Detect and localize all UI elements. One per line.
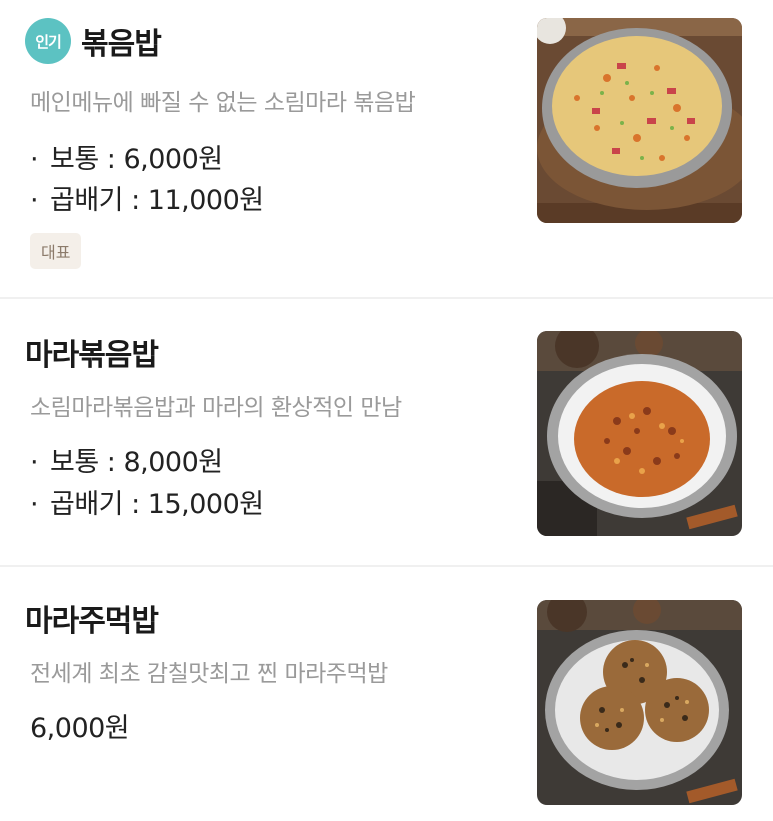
menu-item-mala-rice-ball[interactable]: 마라주먹밥 전세계 최초 감칠맛최고 찐 마라주먹밥 6,000원 — [0, 566, 773, 821]
menu-list: 인기 볶음밥 메인메뉴에 빠질 수 없는 소림마라 볶음밥 · 보통 : 6,00… — [0, 0, 773, 821]
mala-rice-ball-image[interactable] — [537, 600, 742, 805]
item-name: 마라볶음밥 — [25, 338, 159, 373]
price-option-label: 보통 — [50, 144, 99, 175]
price-option-value: 8,000원 — [123, 447, 223, 478]
price-option-label: 곱배기 — [50, 489, 124, 520]
item-description: 소림마라볶음밥과 마라의 환상적인 만남 — [30, 395, 402, 421]
price-option-regular: · 보통 : 6,000원 — [30, 144, 223, 175]
item-name: 볶음밥 — [81, 27, 162, 62]
item-description: 메인메뉴에 빠질 수 없는 소림마라 볶음밥 — [30, 90, 416, 116]
price-option-value: 11,000원 — [147, 185, 264, 216]
price-option-large: · 곱배기 : 11,000원 — [30, 185, 264, 216]
menu-item-mala-fried-rice[interactable]: 마라볶음밥 소림마라볶음밥과 마라의 환상적인 만남 · 보통 : 8,000원 … — [0, 298, 773, 566]
item-price: 6,000원 — [30, 713, 130, 744]
menu-item-fried-rice[interactable]: 인기 볶음밥 메인메뉴에 빠질 수 없는 소림마라 볶음밥 · 보통 : 6,00… — [0, 0, 773, 298]
item-name-row: 인기 볶음밥 — [25, 18, 162, 64]
price-option-label: 곱배기 — [50, 185, 124, 216]
fried-rice-image[interactable] — [537, 18, 742, 223]
signature-tag: 대표 — [30, 233, 82, 269]
price-option-value: 6,000원 — [123, 144, 223, 175]
mala-fried-rice-image[interactable] — [537, 331, 742, 536]
item-description: 전세계 최초 감칠맛최고 찐 마라주먹밥 — [30, 661, 388, 687]
price-option-label: 보통 — [50, 447, 99, 478]
item-name: 마라주먹밥 — [25, 604, 159, 639]
price-option-regular: · 보통 : 8,000원 — [30, 447, 223, 478]
item-name-row: 마라주먹밥 — [25, 596, 159, 640]
price-option-large: · 곱배기 : 15,000원 — [30, 489, 264, 520]
price-option-value: 15,000원 — [147, 489, 264, 520]
popular-badge: 인기 — [25, 18, 71, 64]
item-name-row: 마라볶음밥 — [25, 330, 159, 374]
